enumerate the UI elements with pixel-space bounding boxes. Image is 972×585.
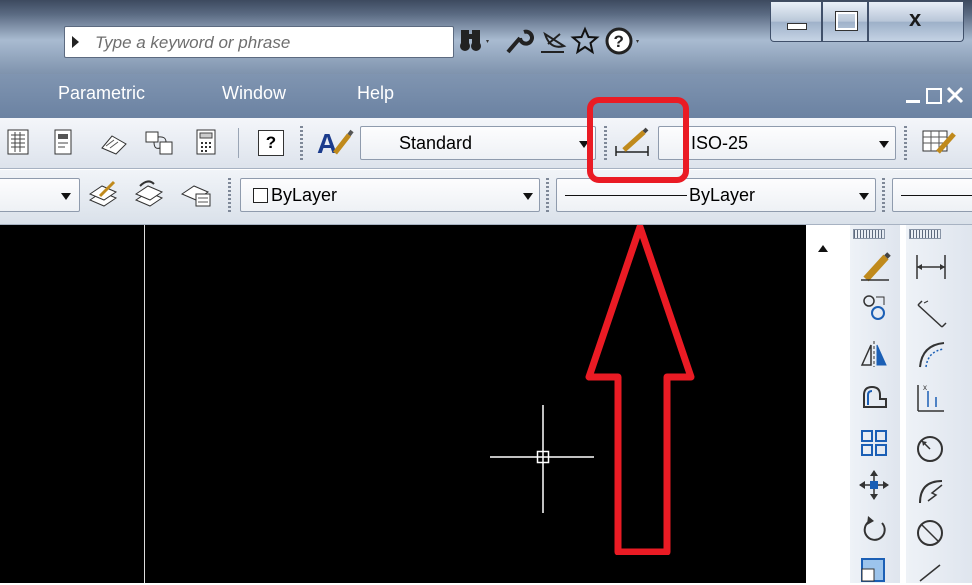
table-style-icon[interactable]	[920, 126, 960, 158]
search-input[interactable]: Type a keyword or phrase	[95, 33, 290, 53]
jogged-dimension-icon[interactable]	[914, 475, 948, 509]
title-bar: Type a keyword or phrase ? x	[0, 0, 972, 74]
annotation-highlight-box	[587, 97, 689, 183]
ordinate-dimension-icon[interactable]: x	[914, 381, 948, 415]
calculator-icon[interactable]	[194, 128, 218, 156]
markup-set-icon[interactable]	[144, 128, 176, 158]
aligned-dimension-icon[interactable]	[914, 297, 948, 331]
modify-toolbar	[850, 225, 900, 583]
scroll-up-icon[interactable]	[818, 245, 828, 252]
text-style-icon[interactable]: A	[315, 127, 355, 159]
arc-length-icon[interactable]	[914, 337, 948, 371]
satellite-dish-icon[interactable]	[536, 24, 567, 58]
layers-toolbar: ByLayer ByLayer	[0, 170, 972, 225]
drawing-canvas[interactable]	[0, 225, 838, 583]
mirror-icon[interactable]	[858, 337, 892, 371]
sheet-set-icon[interactable]	[98, 128, 130, 156]
color-dropdown[interactable]: ByLayer	[240, 178, 540, 212]
angular-dimension-icon[interactable]	[914, 561, 948, 583]
doc-restore-icon[interactable]	[926, 88, 942, 104]
move-icon[interactable]	[858, 469, 892, 503]
wrench-icon[interactable]	[500, 24, 534, 58]
layer-previous-icon[interactable]	[132, 178, 168, 210]
erase-icon[interactable]	[858, 249, 892, 283]
viewport-boundary	[144, 225, 145, 583]
separator	[238, 128, 239, 158]
offset-icon[interactable]	[858, 381, 892, 415]
rotate-icon[interactable]	[858, 513, 892, 547]
toolbar-grip	[853, 229, 885, 239]
minimize-icon	[787, 23, 807, 30]
crosshair-cursor-icon	[490, 405, 594, 513]
star-icon[interactable]	[570, 24, 600, 58]
dimension-toolbar: x	[906, 225, 972, 583]
annotation-arrow	[585, 225, 695, 555]
color-value: ByLayer	[271, 185, 338, 205]
toolbar-grip	[909, 229, 941, 239]
linear-dimension-icon[interactable]	[914, 251, 948, 285]
minimize-button[interactable]	[770, 2, 822, 42]
maximize-button[interactable]	[822, 2, 868, 42]
help-button[interactable]: ?	[258, 130, 284, 156]
text-style-value: Standard	[399, 133, 473, 153]
doc-minimize-icon[interactable]	[906, 100, 920, 103]
chevron-down-icon	[61, 193, 71, 200]
linetype-value: ByLayer	[689, 185, 756, 205]
scale-icon[interactable]	[858, 555, 892, 585]
binoculars-icon[interactable]	[458, 24, 489, 58]
standard-toolbar: ? A Standard ISO-25	[0, 118, 972, 169]
toolbar-grip	[904, 126, 907, 160]
toolbar-grip	[546, 178, 549, 212]
dimension-style-dropdown[interactable]: ISO-25	[658, 126, 896, 160]
make-layer-current-icon[interactable]	[86, 178, 122, 210]
layer-states-icon[interactable]	[178, 178, 214, 210]
close-icon: x	[909, 6, 922, 31]
expand-arrow-icon[interactable]	[72, 36, 79, 48]
toolbar-grip	[300, 126, 303, 160]
vertical-scrollbar[interactable]	[806, 225, 838, 583]
menu-help[interactable]: Help	[357, 83, 394, 104]
lineweight-dropdown[interactable]	[892, 178, 972, 212]
tool-palettes-icon[interactable]	[6, 128, 32, 156]
svg-text:?: ?	[614, 32, 624, 51]
menu-window[interactable]: Window	[222, 83, 286, 104]
linetype-preview	[565, 195, 687, 196]
chevron-down-icon	[523, 193, 533, 200]
color-swatch-icon	[253, 188, 268, 203]
chevron-down-icon	[879, 141, 889, 148]
doc-close-icon[interactable]	[946, 86, 964, 104]
close-button[interactable]: x	[868, 2, 964, 42]
layer-dropdown[interactable]	[0, 178, 80, 212]
svg-text:A: A	[317, 128, 337, 159]
properties-icon[interactable]	[52, 128, 76, 156]
menu-bar: Parametric Window Help	[0, 74, 972, 118]
text-style-dropdown[interactable]: Standard	[360, 126, 596, 160]
diameter-dimension-icon[interactable]	[914, 517, 948, 551]
array-icon[interactable]	[858, 427, 892, 461]
chevron-down-icon	[859, 193, 869, 200]
dimension-style-value: ISO-25	[691, 133, 749, 153]
help-icon[interactable]: ?	[604, 24, 648, 58]
search-box[interactable]: Type a keyword or phrase	[64, 26, 454, 58]
lineweight-preview	[901, 195, 972, 196]
copy-icon[interactable]	[858, 291, 892, 325]
menu-parametric[interactable]: Parametric	[58, 83, 145, 104]
toolbar-grip	[882, 178, 885, 212]
svg-text:x: x	[923, 383, 927, 392]
linetype-dropdown[interactable]: ByLayer	[556, 178, 876, 212]
radius-dimension-icon[interactable]	[914, 433, 948, 467]
toolbar-grip	[228, 178, 231, 212]
maximize-icon	[835, 11, 858, 31]
